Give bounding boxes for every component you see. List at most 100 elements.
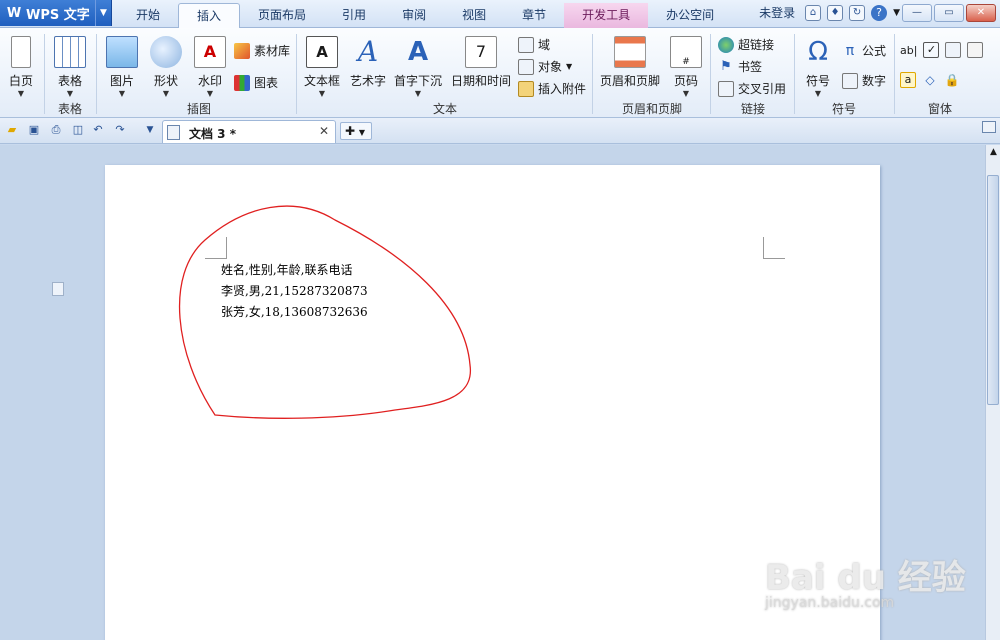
formula-button[interactable]: π 公式 xyxy=(842,42,886,59)
skin-icon[interactable]: ⌂ xyxy=(805,4,822,21)
text-field-control[interactable]: ab| xyxy=(900,44,917,57)
close-button[interactable]: ✕ xyxy=(966,4,996,22)
page-number-icon: # xyxy=(670,36,702,68)
ribbon-separator xyxy=(96,34,97,114)
document-tab-title: 文档 3 * xyxy=(189,127,236,141)
ribbon-separator xyxy=(794,34,795,114)
redo-icon[interactable]: ↷ xyxy=(112,122,128,138)
save-icon[interactable]: ▣ xyxy=(26,122,42,138)
textbox-label: 文本框 xyxy=(303,74,340,88)
dropcap-button[interactable]: A 首字下沉 ▼ xyxy=(394,36,442,99)
red-annotation-circle xyxy=(178,205,471,419)
checkbox-control-icon[interactable]: ✓ xyxy=(923,42,940,58)
restore-button[interactable]: ▭ xyxy=(934,4,964,22)
datetime-button[interactable]: 7 日期和时间 xyxy=(450,36,512,89)
close-tab-icon[interactable]: ✕ xyxy=(319,124,329,138)
tab-chapter[interactable]: 章节 xyxy=(504,3,564,28)
paperclip-icon xyxy=(518,80,534,97)
form-controls-row2: a ◇ 🔒 xyxy=(900,72,960,88)
help-dropdown-icon[interactable]: ▼ xyxy=(893,8,900,18)
chevron-down-icon: ▼ xyxy=(118,89,126,98)
paragraph-handle-icon[interactable] xyxy=(52,282,64,296)
eraser-icon[interactable]: ◇ xyxy=(922,72,938,88)
header-footer-button[interactable]: 页眉和页脚 xyxy=(598,36,662,89)
chevron-down-icon: ▼ xyxy=(318,89,326,98)
field-button[interactable]: 域 xyxy=(518,36,550,53)
refresh-icon[interactable]: ↻ xyxy=(849,4,866,21)
scroll-up-icon[interactable]: ▲ xyxy=(987,147,1000,161)
chevron-down-icon: ▼ xyxy=(814,89,822,98)
minimize-button[interactable]: — xyxy=(902,4,932,22)
hyperlink-button[interactable]: 超链接 xyxy=(718,36,774,53)
list-control-icon[interactable] xyxy=(945,42,962,58)
bookmark-label: 书签 xyxy=(738,60,763,74)
ribbon-separator xyxy=(894,34,895,114)
chevron-down-icon: ▼ xyxy=(66,89,74,98)
tab-review[interactable]: 审阅 xyxy=(384,3,444,28)
tab-home[interactable]: 开始 xyxy=(118,3,178,28)
tab-references[interactable]: 引用 xyxy=(324,3,384,28)
login-link[interactable]: 未登录 xyxy=(759,4,795,21)
app-menu-button[interactable]: W WPS 文字 ▼ xyxy=(0,0,112,26)
tab-office-space[interactable]: 办公空间 xyxy=(648,3,732,28)
group-label-symbol: 符号 xyxy=(831,102,856,116)
document-icon xyxy=(167,125,180,140)
page-number-button[interactable]: # 页码 ▼ xyxy=(668,36,704,99)
print-icon[interactable]: ⎙ xyxy=(48,122,64,138)
tab-insert[interactable]: 插入 xyxy=(178,3,241,28)
insert-attachment-button[interactable]: 插入附件 xyxy=(518,80,586,97)
dropcap-icon: A xyxy=(407,37,429,67)
menu-bar: W WPS 文字 ▼ 开始 插入 页面布局 引用 审阅 视图 章节 开发工具 办… xyxy=(0,0,1000,28)
quick-access-dropdown-icon[interactable]: ▼ xyxy=(142,122,158,138)
calendar-icon: 7 xyxy=(465,36,497,68)
bookmark-button[interactable]: ⚑ 书签 xyxy=(718,58,762,75)
help-icon[interactable]: ? xyxy=(871,4,888,21)
watermark-button[interactable]: A 水印 ▼ xyxy=(192,36,228,99)
view-toggle-icon[interactable] xyxy=(982,121,996,133)
chart-button[interactable]: 图表 xyxy=(234,74,278,91)
group-label-link: 链接 xyxy=(740,102,765,116)
cross-reference-button[interactable]: 交叉引用 xyxy=(718,80,786,97)
tab-developer[interactable]: 开发工具 xyxy=(564,3,649,28)
symbol-label: 符号 xyxy=(805,74,830,88)
table-label: 表格 xyxy=(57,74,82,88)
tab-view[interactable]: 视图 xyxy=(444,3,504,28)
form-settings-icon[interactable] xyxy=(967,42,984,58)
field-label: 域 xyxy=(538,38,551,52)
window-controls: — ▭ ✕ xyxy=(902,4,996,22)
print-preview-icon[interactable]: ◫ xyxy=(70,122,86,138)
group-label-illustration: 插图 xyxy=(186,102,211,116)
scrollbar-thumb[interactable] xyxy=(987,175,999,405)
table-button[interactable]: 表格 ▼ xyxy=(52,36,88,99)
tab-page-layout[interactable]: 页面布局 xyxy=(240,3,324,28)
undo-icon[interactable]: ↶ xyxy=(90,122,106,138)
hyperlink-label: 超链接 xyxy=(738,38,775,52)
blank-page-button[interactable]: 白页 ▼ xyxy=(4,36,38,99)
form-shading-icon[interactable]: a xyxy=(900,72,916,88)
datetime-label: 日期和时间 xyxy=(450,74,511,88)
wordart-button[interactable]: A 艺术字 xyxy=(348,36,388,89)
cross-reference-label: 交叉引用 xyxy=(738,82,787,96)
material-library-button[interactable]: 素材库 xyxy=(234,42,290,59)
object-button[interactable]: 对象 ▼ xyxy=(518,58,572,75)
ribbon-separator xyxy=(710,34,711,114)
document-page[interactable]: 姓名,性别,年龄,联系电话 李贤,男,21,15287320873 张芳,女,1… xyxy=(105,165,880,640)
open-folder-icon[interactable]: ▰ xyxy=(4,122,20,138)
wordart-icon: A xyxy=(357,35,379,68)
omega-icon: Ω xyxy=(808,37,828,67)
formula-label: 公式 xyxy=(862,44,887,58)
vertical-scrollbar[interactable]: ▲ xyxy=(985,145,1000,640)
number-button[interactable]: 数字 xyxy=(842,72,886,89)
new-tab-button[interactable]: ✚ ▼ xyxy=(340,122,372,140)
header-footer-label: 页眉和页脚 xyxy=(599,74,660,88)
textbox-button[interactable]: A 文本框 ▼ xyxy=(302,36,342,99)
document-tab[interactable]: 文档 3 * ✕ xyxy=(162,120,336,143)
picture-icon xyxy=(106,36,138,68)
lock-icon[interactable]: 🔒 xyxy=(944,72,960,88)
shirt-icon[interactable]: ♦ xyxy=(827,4,844,21)
shape-button[interactable]: 形状 ▼ xyxy=(148,36,184,99)
document-tab-bar: ▰ ▣ ⎙ ◫ ↶ ↷ ▼ 文档 3 * ✕ ✚ ▼ ▭ xyxy=(0,118,1000,144)
app-dropdown-icon[interactable]: ▼ xyxy=(95,0,111,26)
symbol-button[interactable]: Ω 符号 ▼ xyxy=(800,36,836,99)
picture-button[interactable]: 图片 ▼ xyxy=(104,36,140,99)
